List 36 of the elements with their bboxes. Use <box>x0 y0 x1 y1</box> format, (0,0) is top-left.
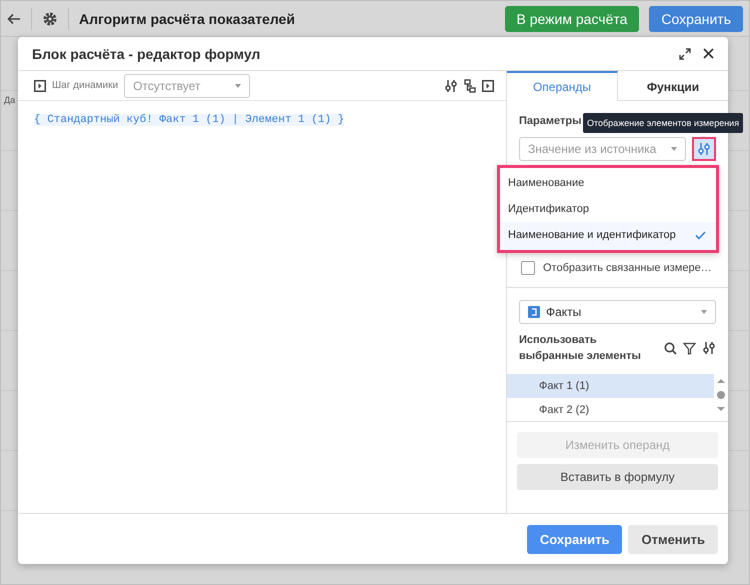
play-box-icon[interactable] <box>482 80 494 92</box>
formula-text: { Стандартный куб! Факт 1 (1) | Элемент 1 (1) } <box>34 114 344 126</box>
sliders-icon <box>697 142 711 156</box>
back-arrow-icon[interactable] <box>7 12 21 26</box>
menu-item[interactable]: Наименование <box>500 170 716 196</box>
expand-icon[interactable] <box>679 48 691 60</box>
filter-icon[interactable] <box>683 342 696 354</box>
menu-item[interactable]: Наименование и идентификатор <box>500 222 716 248</box>
footer-button[interactable]: Отменить <box>628 524 718 554</box>
checkbox-label: Отобразить связанные измере… <box>543 262 712 274</box>
panel-tab[interactable]: Функции <box>618 71 728 101</box>
column-label: Да <box>4 95 16 105</box>
settings-icon[interactable] <box>42 10 58 26</box>
close-icon[interactable] <box>703 48 714 59</box>
operand-button[interactable]: Вставить в формулу <box>517 464 718 490</box>
display-mode-button[interactable] <box>692 137 716 161</box>
panel-tab[interactable]: Операнды <box>507 71 618 101</box>
tooltip: Отображение элементов измерения <box>583 113 744 133</box>
menu-item[interactable]: Идентификатор <box>500 196 716 222</box>
sliders-icon <box>702 341 716 355</box>
scrollbar-drawing[interactable] <box>716 378 726 412</box>
checkbox[interactable] <box>521 261 535 275</box>
page-title: Алгоритм расчёта показателей <box>79 10 296 26</box>
use-selected-label: Использовать выбранные элементы <box>519 333 642 364</box>
element-item[interactable]: Факт 1 (1) <box>507 374 714 398</box>
dimension-select[interactable]: Факты <box>519 300 716 324</box>
sliders-icon <box>444 78 458 92</box>
check-icon <box>695 230 706 240</box>
hierarchy-icon[interactable] <box>464 78 476 92</box>
parameters-label: Параметры <box>519 114 582 129</box>
play-box-icon[interactable] <box>34 80 46 92</box>
search-icon[interactable] <box>664 342 677 354</box>
step-label: Шаг динамики <box>52 80 118 91</box>
header-button[interactable]: Сохранить <box>649 6 743 32</box>
header-button[interactable]: В режим расчёта <box>504 6 640 32</box>
dialog-title: Блок расчёта - редактор формул <box>32 46 262 62</box>
